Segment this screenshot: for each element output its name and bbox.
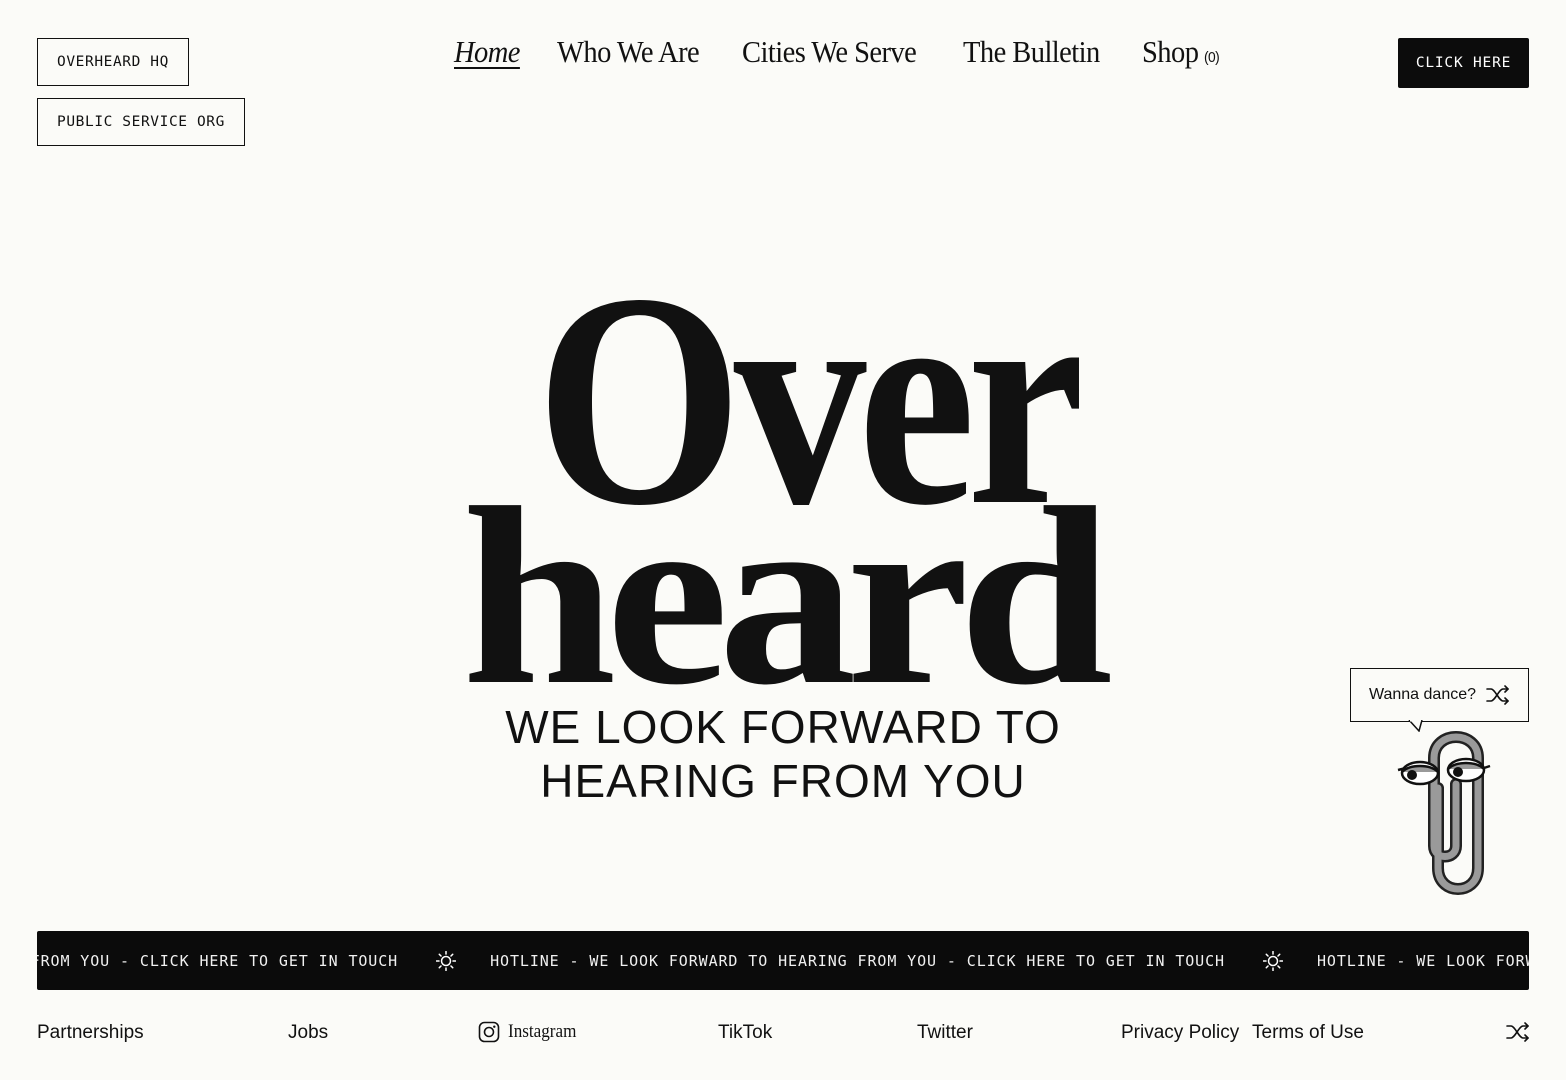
main-nav: Home Who We Are Cities We Serve The Bull… (454, 34, 1226, 70)
ticker-segment: RING FROM YOU - CLICK HERE TO GET IN TOU… (37, 951, 399, 970)
nav-shop-label: Shop (1142, 34, 1199, 69)
overheard-logo: Over heard (462, 262, 1110, 692)
sun-icon (1262, 950, 1283, 971)
ticker-segment: HOTLINE - WE LOOK FORWARD TO HEARING FRO… (490, 951, 1225, 970)
footer-twitter-link[interactable]: Twitter (917, 1022, 973, 1044)
hotline-ticker[interactable]: RING FROM YOU - CLICK HERE TO GET IN TOU… (37, 931, 1529, 990)
footer-privacy-link[interactable]: Privacy Policy (1121, 1022, 1239, 1044)
footer-instagram-link[interactable]: Instagram (478, 1021, 584, 1043)
shuffle-icon (1486, 685, 1509, 705)
instagram-label: Instagram (508, 1021, 577, 1042)
footer-terms-link[interactable]: Terms of Use (1252, 1022, 1364, 1044)
footer-partnerships-link[interactable]: Partnerships (37, 1022, 144, 1044)
nav-who-we-are[interactable]: Who We Are (557, 34, 700, 70)
public-service-org-button[interactable]: PUBLIC SERVICE ORG (37, 98, 245, 146)
click-here-button[interactable]: CLICK HERE (1398, 38, 1529, 88)
cart-count: (0) (1204, 49, 1220, 66)
nav-the-bulletin[interactable]: The Bulletin (963, 34, 1100, 70)
paperclip-assistant-icon[interactable] (1390, 728, 1500, 898)
nav-shop[interactable]: Shop (0) (1142, 34, 1220, 70)
wanna-dance-bubble[interactable]: Wanna dance? (1350, 668, 1529, 722)
tagline-line-1: WE LOOK FORWARD TO (505, 701, 1061, 753)
nav-home[interactable]: Home (454, 34, 520, 70)
ticker-segment: HOTLINE - WE LOOK FORWARD TO (1316, 951, 1529, 970)
shuffle-icon[interactable] (1506, 1022, 1530, 1042)
logo-line-heard: heard (462, 456, 1110, 692)
overheard-hq-button[interactable]: OVERHEARD HQ (37, 38, 189, 86)
tagline-line-2: HEARING FROM YOU (540, 755, 1026, 807)
bubble-text: Wanna dance? (1368, 686, 1477, 703)
instagram-icon (478, 1021, 500, 1043)
sun-icon (436, 950, 457, 971)
footer-jobs-link[interactable]: Jobs (288, 1022, 328, 1044)
nav-cities-we-serve[interactable]: Cities We Serve (742, 34, 917, 70)
footer-tiktok-link[interactable]: TikTok (718, 1022, 772, 1044)
